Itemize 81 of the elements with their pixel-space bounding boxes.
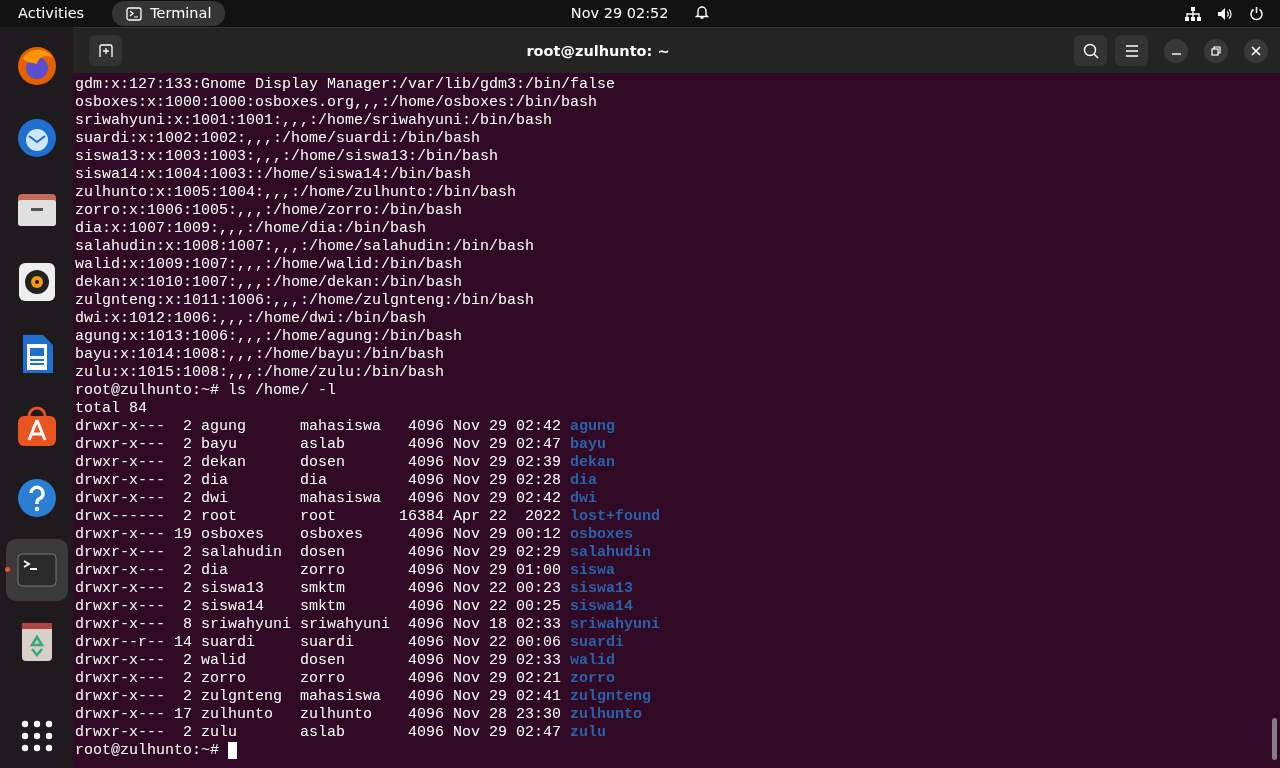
terminal-line: agung:x:1013:1006:,,,:/home/agung:/bin/bash [75, 328, 464, 346]
scrollbar-thumb[interactable] [1272, 718, 1277, 760]
terminal-line: zulgnteng:x:1011:1006:,,,:/home/zulgnteng:/bin/bash [75, 292, 536, 310]
file-listing-details: drwxr-x--- 2 siswa13 smktm 4096 Nov 22 00:23 [75, 580, 562, 597]
terminal-line: siswa14:x:1004:1003::/home/siswa14:/bin/bash [75, 166, 473, 184]
app-menu-button[interactable]: Terminal [112, 0, 226, 27]
file-listing-details: drwxr-x--- 2 bayu aslab 4096 Nov 29 02:47 [75, 436, 562, 453]
minimize-button[interactable] [1164, 38, 1188, 63]
terminal-line: osboxes:x:1000:1000:osboxes.org,,,:/home/osboxes:/bin/bash [75, 94, 599, 112]
directory-name: dwi [570, 490, 598, 507]
file-listing-details: drwxr-x--- 2 salahudin dosen 4096 Nov 29 02:29 [75, 544, 562, 561]
directory-name: zulu [570, 724, 607, 741]
file-listing-details: drwxr-x--- 2 zorro zorro 4096 Nov 29 02:21 [75, 670, 562, 687]
menu-icon [1124, 44, 1139, 57]
file-listing-details: drwxr-x--- 2 siswa14 smktm 4096 Nov 22 00:25 [75, 598, 562, 615]
terminal-line: gdm:x:127:133:Gnome Display Manager:/var/lib/gdm3:/bin/false [75, 76, 617, 94]
app-name: Terminal [150, 3, 212, 23]
terminal-icon [126, 6, 143, 21]
terminal-line: root@zulhunto:~# ls /home/ -l [75, 382, 338, 400]
file-listing-details: drwxr-x--- 19 osboxes osboxes 4096 Nov 29 00:12 [75, 526, 562, 543]
new-tab-icon [98, 43, 113, 58]
file-listing-details: drwxr-x--- 2 dia dia 4096 Nov 29 02:28 [75, 472, 562, 489]
directory-name: salahudin [570, 544, 652, 561]
search-icon [1082, 42, 1099, 59]
directory-name: sriwahyuni [570, 616, 661, 633]
directory-name: bayu [570, 436, 607, 453]
file-listing-details: drwxr-x--- 2 zulgnteng mahasiswa 4096 Nov 29 02:41 [75, 688, 562, 705]
file-listing-details: drwx------ 2 root root 16384 Apr 22 2022 [75, 508, 562, 525]
terminal-line: bayu:x:1014:1008:,,,:/home/bayu:/bin/bash [75, 346, 446, 364]
directory-name: suardi [570, 634, 625, 651]
clock[interactable]: Nov 29 02:52 [570, 4, 669, 21]
app-grid-icon[interactable] [20, 720, 53, 752]
terminal-line: dia:x:1007:1009:,,,:/home/dia:/bin/bash [75, 220, 428, 238]
terminal-line: zorro:x:1006:1005:,,,:/home/zorro:/bin/bash [75, 202, 464, 220]
close-button[interactable] [1244, 38, 1268, 63]
terminal-line: suardi:x:1002:1002:,,,:/home/suardi:/bin/bash [75, 130, 482, 148]
text-cursor [228, 742, 238, 759]
restore-icon [1211, 45, 1221, 56]
directory-name: dekan [570, 454, 616, 471]
menu-button[interactable] [1115, 35, 1148, 66]
terminal-line: salahudin:x:1008:1007:,,,:/home/salahudin:/bin/bash [75, 238, 536, 256]
directory-name: dia [570, 472, 598, 489]
close-icon [1251, 45, 1261, 56]
directory-name: zulhunto [570, 706, 643, 723]
bell-icon[interactable] [695, 3, 710, 20]
directory-name: zorro [570, 670, 616, 687]
terminal-line: dwi:x:1012:1006:,,,:/home/dwi:/bin/bash [75, 310, 428, 328]
file-listing-details: drwxr-x--- 2 agung mahasiswa 4096 Nov 29 02:42 [75, 418, 562, 435]
directory-name: osboxes [570, 526, 634, 543]
file-listing-details: drwxr-x--- 2 dekan dosen 4096 Nov 29 02:39 [75, 454, 562, 471]
new-tab-button[interactable] [89, 35, 122, 66]
directory-name: agung [570, 418, 616, 435]
activities-button[interactable]: Activities [0, 2, 103, 25]
terminal-line: zulu:x:1015:1008:,,,:/home/zulu:/bin/bash [75, 364, 446, 382]
search-button[interactable] [1074, 35, 1107, 66]
file-listing-details: drwxr-x--- 17 zulhunto zulhunto 4096 Nov 28 23:30 [75, 706, 562, 723]
terminal-line: zulhunto:x:1005:1004:,,,:/home/zulhunto:/bin/bash [75, 184, 518, 202]
directory-name: lost+found [570, 508, 661, 525]
terminal-line: siswa13:x:1003:1003:,,,:/home/siswa13:/bin/bash [75, 148, 500, 166]
window-title: root@zulhunto: ~ [526, 42, 670, 59]
power-icon[interactable] [1249, 6, 1264, 21]
network-icon[interactable] [1185, 6, 1201, 21]
directory-name: siswa13 [570, 580, 634, 597]
minimize-icon [1171, 52, 1181, 55]
terminal-line: dekan:x:1010:1007:,,,:/home/dekan:/bin/bash [75, 274, 464, 292]
volume-icon[interactable] [1217, 6, 1233, 21]
restore-button[interactable] [1204, 38, 1228, 63]
file-listing-details: drwxr-x--- 2 dwi mahasiswa 4096 Nov 29 02:42 [75, 490, 562, 507]
terminal-line: sriwahyuni:x:1001:1001:,,,:/home/sriwahyuni:/bin/bash [75, 112, 554, 130]
file-listing-details: drwxr--r-- 14 suardi suardi 4096 Nov 22 00:06 [75, 634, 562, 651]
shell-prompt: root@zulhunto:~# [75, 742, 220, 759]
directory-name: siswa14 [570, 598, 634, 615]
terminal-line: total 84 [75, 400, 148, 418]
directory-name: walid [570, 652, 616, 669]
file-listing-details: drwxr-x--- 2 zulu aslab 4096 Nov 29 02:47 [75, 724, 562, 741]
file-listing-details: drwxr-x--- 2 walid dosen 4096 Nov 29 02:33 [75, 652, 562, 669]
file-listing-details: drwxr-x--- 2 dia zorro 4096 Nov 29 01:00 [75, 562, 562, 579]
file-listing-details: drwxr-x--- 8 sriwahyuni sriwahyuni 4096 Nov 18 02:33 [75, 616, 562, 633]
directory-name: siswa [570, 562, 616, 579]
directory-name: zulgnteng [570, 688, 652, 705]
terminal-line: walid:x:1009:1007:,,,:/home/walid:/bin/bash [75, 256, 464, 274]
